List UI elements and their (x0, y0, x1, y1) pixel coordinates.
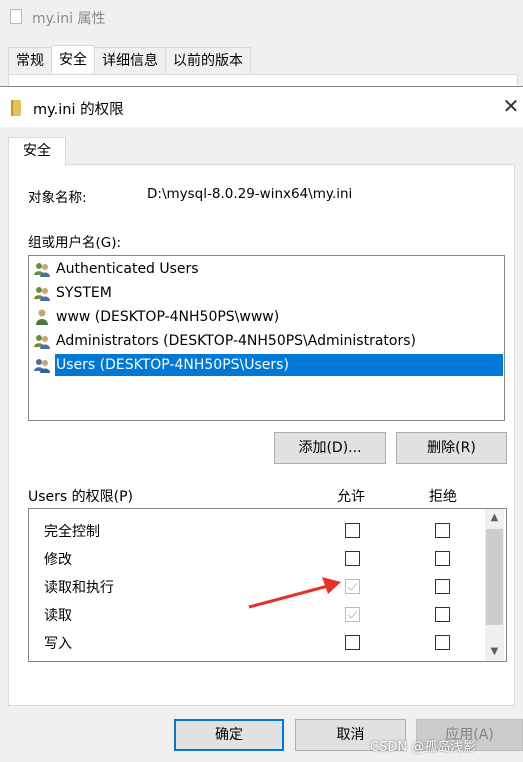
scroll-up-icon[interactable]: ▲ (485, 509, 504, 527)
user-icon (33, 308, 51, 326)
deny-checkbox[interactable] (435, 661, 450, 662)
permission-row: 写入 (29, 628, 485, 656)
user-name: Users (DESKTOP-4NH50PS\Users) (55, 354, 503, 376)
file-icon (10, 9, 22, 24)
group-or-user-label: 组或用户名(G): (28, 235, 122, 251)
permission-row: 完全控制 (29, 516, 485, 544)
allow-header: 允许 (337, 489, 365, 505)
list-item[interactable]: SYSTEM (33, 282, 503, 304)
deny-checkbox[interactable] (435, 523, 450, 538)
permission-name: 读取和执行 (44, 580, 114, 596)
user-name: www (DESKTOP-4NH50PS\www) (56, 309, 280, 325)
permission-name: 修改 (44, 552, 72, 568)
list-item[interactable]: Administrators (DESKTOP-4NH50PS\Administ… (33, 330, 503, 352)
folder-icon (11, 100, 21, 116)
close-icon[interactable]: ✕ (500, 95, 522, 117)
permission-row-partial (29, 656, 485, 662)
user-name: SYSTEM (56, 285, 112, 301)
permission-row: 修改 (29, 544, 485, 572)
allow-checkbox-checked-disabled[interactable] (345, 607, 360, 622)
allow-checkbox[interactable] (345, 551, 360, 566)
object-name-value: D:\mysql-8.0.29-winx64\my.ini (147, 186, 353, 202)
permissions-scrollbar[interactable]: ▲ ▼ (485, 509, 504, 661)
permission-name: 完全控制 (44, 524, 100, 540)
allow-checkbox[interactable] (345, 635, 360, 650)
deny-checkbox[interactable] (435, 579, 450, 594)
list-item-selected[interactable]: Users (DESKTOP-4NH50PS\Users) (33, 354, 503, 376)
users-group-icon (33, 284, 51, 302)
tab-security-dialog[interactable]: 安全 (8, 137, 66, 166)
add-button[interactable]: 添加(D)... (274, 432, 386, 464)
ok-button[interactable]: 确定 (174, 719, 284, 751)
object-name-label: 对象名称: (28, 190, 87, 206)
permissions-dialog: my.ini 的权限 ✕ 安全 对象名称: D:\mysql-8.0.29-wi… (0, 86, 523, 762)
permission-name: 读取 (44, 608, 72, 624)
tab-general[interactable]: 常规 (8, 47, 52, 73)
allow-checkbox[interactable] (345, 523, 360, 538)
users-listbox[interactable]: Authenticated Users SYSTEM www (DESKTOP-… (28, 255, 505, 421)
users-group-icon (33, 260, 51, 278)
annotation-arrow-icon (248, 577, 341, 609)
users-group-icon (33, 332, 51, 350)
scroll-thumb[interactable] (486, 529, 503, 625)
tab-previous-versions[interactable]: 以前的版本 (165, 47, 251, 73)
properties-window: my.ini 属性 常规 安全 详细信息 以前的版本 (0, 0, 523, 94)
dialog-title: my.ini 的权限 (33, 102, 124, 118)
properties-window-title: my.ini 属性 (32, 11, 106, 27)
allow-checkbox-checked-disabled[interactable] (345, 579, 360, 594)
users-group-icon (33, 356, 51, 374)
watermark: CSDN @孤岛浅影 (370, 740, 477, 755)
deny-checkbox[interactable] (435, 607, 450, 622)
deny-checkbox[interactable] (435, 635, 450, 650)
deny-header: 拒绝 (429, 489, 457, 505)
scroll-down-icon[interactable]: ▼ (485, 643, 504, 661)
permission-name: 写入 (44, 636, 72, 652)
list-item[interactable]: Authenticated Users (33, 258, 503, 280)
properties-tabs: 常规 安全 详细信息 以前的版本 (8, 45, 251, 74)
dialog-titlebar[interactable]: my.ini 的权限 ✕ (0, 87, 523, 127)
permissions-label: Users 的权限(P) (28, 489, 134, 505)
remove-button[interactable]: 删除(R) (396, 432, 507, 464)
tab-security[interactable]: 安全 (51, 45, 95, 73)
deny-checkbox[interactable] (435, 551, 450, 566)
tab-details[interactable]: 详细信息 (94, 47, 166, 73)
allow-checkbox[interactable] (345, 661, 360, 662)
user-name: Administrators (DESKTOP-4NH50PS\Administ… (56, 333, 416, 349)
user-name: Authenticated Users (56, 261, 199, 277)
list-item[interactable]: www (DESKTOP-4NH50PS\www) (33, 306, 503, 328)
